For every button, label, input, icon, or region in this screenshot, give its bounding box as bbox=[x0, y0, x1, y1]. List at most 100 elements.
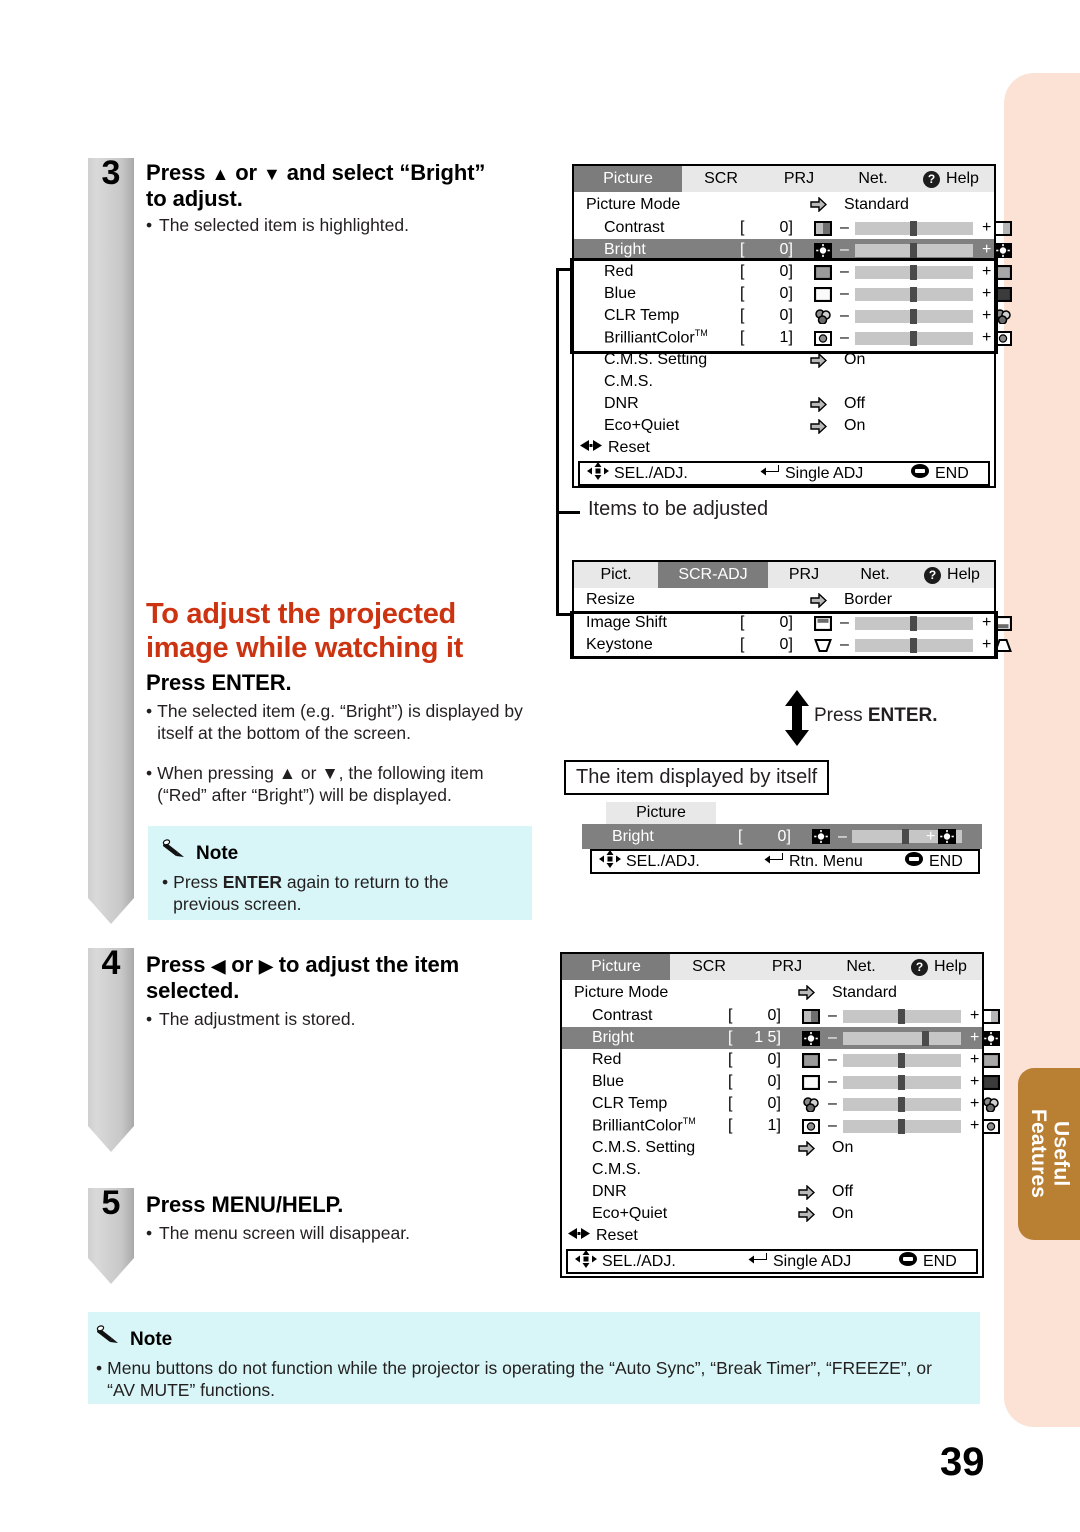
osd-row-resize[interactable]: Resize Border bbox=[574, 588, 994, 612]
osd-row-brilliantcolor-slider[interactable] bbox=[855, 330, 973, 346]
osd-row-dnr[interactable]: DNR Off bbox=[574, 393, 994, 415]
osd-row-bright-minus[interactable]: – bbox=[836, 241, 853, 259]
osd-row-brilliantcolor-minus[interactable]: – bbox=[836, 329, 853, 347]
osd-row-reset[interactable]: Reset bbox=[574, 437, 994, 458]
osd-row-cms[interactable]: C.M.S. bbox=[574, 371, 994, 393]
osd-row-reset[interactable]: Reset bbox=[562, 1225, 982, 1246]
osd-row-clr-temp-slider[interactable] bbox=[843, 1096, 961, 1112]
osd-single-tab-picture[interactable]: Picture bbox=[606, 802, 716, 824]
osd-row-image-shift-minus[interactable]: – bbox=[836, 614, 853, 632]
osd-tab-scr[interactable]: SCR bbox=[682, 166, 760, 192]
osd-row-bright-slider[interactable] bbox=[855, 242, 973, 258]
osd-row-red[interactable]: Red [0] – + bbox=[562, 1049, 1001, 1071]
osd-row-blue-minus[interactable]: – bbox=[824, 1073, 841, 1091]
osd-row-clr-temp[interactable]: CLR Temp [0] – + bbox=[574, 305, 1011, 327]
slider-knob[interactable] bbox=[910, 286, 917, 302]
slider-knob[interactable] bbox=[898, 1096, 905, 1112]
osd-single-row-bright-minus[interactable]: – bbox=[834, 828, 851, 846]
osd-row-keystone-slider[interactable] bbox=[855, 637, 973, 653]
osd-single-item-display[interactable]: Picture Bright [0] – + SEL./ADJ. Rtn. Me… bbox=[582, 802, 982, 874]
slider-knob[interactable] bbox=[922, 1030, 929, 1046]
osd-row-image-shift-plus[interactable]: + bbox=[978, 614, 995, 632]
osd-row-blue-slider[interactable] bbox=[855, 286, 973, 302]
osd-tabbar-scr[interactable]: Pict. SCR-ADJ PRJ Net. ? Help bbox=[574, 562, 994, 588]
osd-row-brilliantcolor[interactable]: BrilliantColorTM [1] – + bbox=[574, 327, 1012, 349]
osd-row-bright-plus[interactable]: + bbox=[966, 1029, 983, 1047]
osd-picture-menu-top[interactable]: Picture SCR PRJ Net. ? Help Picture Mode… bbox=[572, 164, 1013, 488]
osd-row-bright-plus[interactable]: + bbox=[978, 241, 995, 259]
osd-row-clr-temp-plus[interactable]: + bbox=[978, 307, 995, 325]
osd-row-blue-plus[interactable]: + bbox=[966, 1073, 983, 1091]
osd-row-clr-temp-minus[interactable]: – bbox=[824, 1095, 841, 1113]
osd-row-contrast-minus[interactable]: – bbox=[836, 219, 853, 237]
osd-row-keystone-plus[interactable]: + bbox=[978, 636, 995, 654]
slider-knob[interactable] bbox=[910, 615, 917, 631]
osd-row-blue-plus[interactable]: + bbox=[978, 285, 995, 303]
osd-row-blue-minus[interactable]: – bbox=[836, 285, 853, 303]
slider-knob[interactable] bbox=[902, 829, 909, 844]
osd-tabbar-bottom[interactable]: Picture SCR PRJ Net. ? Help bbox=[562, 954, 982, 980]
osd-tab-picture[interactable]: Picture bbox=[562, 954, 670, 980]
osd-tab-prj[interactable]: PRJ bbox=[768, 562, 840, 588]
slider-knob[interactable] bbox=[910, 242, 917, 258]
slider-knob[interactable] bbox=[898, 1074, 905, 1090]
osd-tab-picture[interactable]: Picture bbox=[574, 166, 682, 192]
osd-row-red-minus[interactable]: – bbox=[824, 1051, 841, 1069]
slider-knob[interactable] bbox=[898, 1052, 905, 1068]
osd-row-bright[interactable]: Bright [0] – + bbox=[574, 239, 1012, 261]
osd-row-eco-quiet[interactable]: Eco+Quiet On bbox=[574, 415, 994, 437]
osd-row-red-slider[interactable] bbox=[843, 1052, 961, 1068]
osd-row-bright[interactable]: Bright [1 5] – + bbox=[562, 1027, 1000, 1049]
osd-row-red[interactable]: Red [0] – + bbox=[574, 261, 1013, 283]
osd-row-cms-setting[interactable]: C.M.S. Setting On bbox=[562, 1137, 982, 1159]
osd-row-bright-minus[interactable]: – bbox=[824, 1029, 841, 1047]
osd-row-image-shift[interactable]: Image Shift [0] – + bbox=[574, 612, 1013, 634]
osd-row-contrast-plus[interactable]: + bbox=[978, 219, 995, 237]
osd-tab-help[interactable]: ? Help bbox=[896, 954, 982, 980]
osd-row-cms[interactable]: C.M.S. bbox=[562, 1159, 982, 1181]
osd-single-row-bright[interactable]: Bright [0] – + bbox=[582, 824, 982, 849]
osd-tab-net[interactable]: Net. bbox=[840, 562, 910, 588]
osd-tab-pict[interactable]: Pict. bbox=[574, 562, 658, 588]
osd-row-eco-quiet[interactable]: Eco+Quiet On bbox=[562, 1203, 982, 1225]
osd-row-red-plus[interactable]: + bbox=[966, 1051, 983, 1069]
osd-row-blue-slider[interactable] bbox=[843, 1074, 961, 1090]
slider-knob[interactable] bbox=[898, 1008, 905, 1024]
osd-row-clr-temp-slider[interactable] bbox=[855, 308, 973, 324]
osd-scr-adj-menu[interactable]: Pict. SCR-ADJ PRJ Net. ? Help Resize Bor… bbox=[572, 560, 1013, 659]
osd-tab-help[interactable]: ? Help bbox=[910, 562, 994, 588]
osd-row-red-minus[interactable]: – bbox=[836, 263, 853, 281]
osd-tab-scr[interactable]: SCR bbox=[670, 954, 748, 980]
osd-row-picture-mode[interactable]: Picture Mode Standard bbox=[562, 980, 982, 1005]
osd-row-bright-slider[interactable] bbox=[843, 1030, 961, 1046]
osd-row-contrast-slider[interactable] bbox=[855, 220, 973, 236]
osd-tab-net[interactable]: Net. bbox=[838, 166, 908, 192]
slider-knob[interactable] bbox=[910, 637, 917, 653]
osd-row-brilliantcolor-plus[interactable]: + bbox=[966, 1117, 983, 1135]
osd-row-red-slider[interactable] bbox=[855, 264, 973, 280]
osd-row-blue[interactable]: Blue [0] – + bbox=[562, 1071, 1001, 1093]
slider-knob[interactable] bbox=[898, 1118, 905, 1134]
slider-knob[interactable] bbox=[910, 220, 917, 236]
osd-tabbar[interactable]: Picture SCR PRJ Net. ? Help bbox=[574, 166, 994, 192]
osd-row-brilliantcolor-slider[interactable] bbox=[843, 1118, 961, 1134]
osd-row-clr-temp[interactable]: CLR Temp [0] – + bbox=[562, 1093, 999, 1115]
slider-knob[interactable] bbox=[910, 308, 917, 324]
osd-row-contrast[interactable]: Contrast [0] – + bbox=[562, 1005, 1001, 1027]
osd-row-cms-setting[interactable]: C.M.S. Setting On bbox=[574, 349, 994, 371]
osd-row-blue[interactable]: Blue [0] – + bbox=[574, 283, 1013, 305]
osd-row-contrast-minus[interactable]: – bbox=[824, 1007, 841, 1025]
osd-row-dnr[interactable]: DNR Off bbox=[562, 1181, 982, 1203]
slider-knob[interactable] bbox=[910, 330, 917, 346]
osd-tab-net[interactable]: Net. bbox=[826, 954, 896, 980]
osd-single-row-bright-plus[interactable]: + bbox=[922, 828, 939, 846]
osd-slider-group-top[interactable]: Contrast [0] – + Bright [0] – + Red [0 … bbox=[574, 217, 1013, 349]
osd-row-clr-temp-minus[interactable]: – bbox=[836, 307, 853, 325]
osd-row-brilliantcolor-minus[interactable]: – bbox=[824, 1117, 841, 1135]
osd-row-keystone[interactable]: Keystone [0] – + bbox=[574, 634, 1012, 656]
osd-row-picture-mode[interactable]: Picture Mode Standard bbox=[574, 192, 994, 217]
osd-row-brilliantcolor-plus[interactable]: + bbox=[978, 329, 995, 347]
osd-row-clr-temp-plus[interactable]: + bbox=[966, 1095, 983, 1113]
osd-row-red-plus[interactable]: + bbox=[978, 263, 995, 281]
osd-tab-prj[interactable]: PRJ bbox=[760, 166, 838, 192]
